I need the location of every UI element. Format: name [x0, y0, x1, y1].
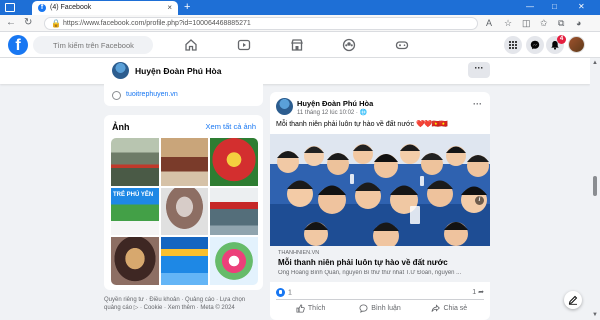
tab-close-icon[interactable]: × — [167, 3, 172, 12]
menu-grid-icon[interactable] — [504, 36, 522, 54]
page-more-button[interactable]: ··· — [468, 62, 490, 78]
photo-thumbnail[interactable]: TRẺ PHÚ YÊN — [111, 187, 159, 236]
url-text: https://www.facebook.com/profile.php?id=… — [63, 20, 251, 27]
see-all-photos-link[interactable]: Xem tất cả ảnh — [206, 122, 256, 131]
page-avatar[interactable] — [112, 62, 129, 79]
windows-icon[interactable] — [5, 3, 15, 12]
gaming-icon[interactable] — [395, 38, 409, 52]
like-label: Thích — [307, 305, 326, 312]
search-input[interactable] — [33, 36, 153, 54]
comment-label: Bình luận — [371, 305, 401, 312]
photos-card: Ảnh Xem tất cả ảnh TRẺ PHÚ YÊN — [104, 115, 263, 290]
home-icon[interactable] — [184, 38, 198, 52]
groups-icon[interactable] — [342, 38, 356, 52]
compose-message-button[interactable] — [564, 291, 582, 309]
link-description: Ông Hoàng Bình Quân, nguyên Bí thư thứ n… — [278, 270, 462, 276]
copilot-icon[interactable]: ◕ — [576, 18, 581, 28]
reaction-summary[interactable]: 1 — [276, 288, 292, 297]
photo-thumbnail[interactable] — [160, 237, 209, 285]
photo-thumbnail[interactable] — [160, 138, 209, 186]
maximize-button[interactable]: □ — [552, 2, 557, 11]
page-name[interactable]: Huyện Đoàn Phú Hòa — [135, 66, 221, 76]
post-emojis: ❤️❤️🇻🇳🇻🇳 — [416, 121, 448, 128]
messenger-icon[interactable] — [526, 36, 544, 54]
share-label: Chia sẻ — [443, 305, 468, 312]
link-domain: THANHNIEN.VN — [278, 250, 320, 256]
photos-grid: TRẺ PHÚ YÊN — [111, 138, 258, 285]
photos-title: Ảnh — [112, 122, 130, 132]
photo-thumbnail[interactable] — [210, 138, 258, 186]
intro-card: tuoitrephuyen.vn — [104, 84, 263, 106]
share-icon — [431, 304, 441, 312]
share-summary[interactable]: 1 ➦ — [472, 288, 484, 296]
notification-badge: 4 — [557, 35, 566, 44]
scrollbar-thumb[interactable] — [593, 176, 597, 196]
comment-icon — [359, 304, 368, 313]
browser-tab[interactable]: f (4) Facebook × — [32, 1, 178, 15]
page-sticky-header: Huyện Đoàn Phú Hòa ··· — [0, 58, 590, 84]
photo-thumbnail[interactable] — [210, 187, 258, 236]
scroll-down-icon[interactable]: ▼ — [592, 312, 598, 318]
star-icon[interactable]: ☆ — [504, 18, 512, 28]
url-field[interactable]: 🔒 https://www.facebook.com/profile.php?i… — [44, 17, 478, 30]
post-author[interactable]: Huyện Đoàn Phú Hòa — [297, 99, 373, 108]
tab-title: (4) Facebook — [50, 4, 92, 11]
new-tab-button[interactable]: + — [184, 1, 190, 13]
minimize-button[interactable]: — — [526, 2, 534, 11]
post-card: Huyện Đoàn Phú Hòa 11 tháng 12 lúc 10:02… — [270, 92, 490, 320]
browser-tab-strip: f (4) Facebook × + — □ ✕ — [0, 0, 600, 15]
reading-mode-icon[interactable]: A — [486, 18, 492, 28]
like-reaction-icon — [276, 288, 285, 297]
post-text-body: Mỗi thanh niên phải luôn tự hào về đất n… — [276, 121, 415, 128]
info-icon[interactable]: i — [475, 196, 484, 205]
share-count: 1 — [472, 289, 477, 296]
comment-button[interactable]: Bình luận — [345, 300, 414, 317]
post-timestamp[interactable]: 11 tháng 12 lúc 10:02 · 🌐 — [297, 109, 367, 116]
facebook-favicon: f — [38, 4, 46, 12]
facebook-logo[interactable]: f — [8, 35, 28, 55]
footer-links[interactable]: Quyền riêng tư · Điều khoản · Quảng cáo … — [104, 296, 263, 312]
collections-icon[interactable]: ⧉ — [558, 18, 564, 28]
post-photo[interactable] — [270, 134, 490, 246]
compose-icon — [568, 295, 578, 305]
group-photo-illustration — [270, 134, 490, 246]
post-actions: Thích Bình luận Chia sẻ — [276, 299, 484, 317]
link-title: Mỗi thanh niên phải luôn tự hào về đất n… — [278, 258, 448, 267]
facebook-navbar: f ⌕ 4 — [0, 32, 600, 58]
post-author-avatar[interactable] — [276, 98, 293, 115]
video-icon[interactable] — [237, 38, 251, 52]
address-bar-row: ← ↻ 🔒 https://www.facebook.com/profile.p… — [0, 15, 600, 32]
lock-icon[interactable]: 🔒 — [51, 19, 61, 28]
photo-thumbnail[interactable] — [160, 187, 209, 236]
marketplace-icon[interactable] — [290, 38, 304, 52]
photo-thumbnail[interactable] — [210, 237, 258, 285]
post-more-button[interactable]: ··· — [473, 99, 482, 109]
share-count-icon: ➦ — [478, 289, 484, 296]
photo-thumbnail[interactable] — [111, 138, 159, 186]
scroll-up-icon[interactable]: ▲ — [592, 60, 598, 66]
close-window-button[interactable]: ✕ — [578, 2, 585, 11]
split-screen-icon[interactable]: ◫ — [522, 18, 531, 28]
share-button[interactable]: Chia sẻ — [415, 300, 484, 317]
post-text: Mỗi thanh niên phải luôn tự hào về đất n… — [276, 120, 448, 128]
page-scrollbar[interactable]: ▲ ▼ — [590, 58, 600, 320]
favorites-icon[interactable]: ✩ — [540, 18, 548, 28]
reaction-count: 1 — [288, 289, 292, 297]
photo-thumbnail[interactable] — [111, 237, 159, 285]
like-button[interactable]: Thích — [276, 300, 345, 317]
like-icon — [296, 304, 305, 313]
link-preview[interactable]: THANHNIEN.VN Mỗi thanh niên phải luôn tự… — [270, 246, 490, 282]
account-avatar[interactable] — [568, 36, 585, 53]
link-icon — [112, 91, 121, 100]
refresh-icon[interactable]: ↻ — [24, 17, 32, 29]
website-link[interactable]: tuoitrephuyen.vn — [126, 91, 178, 98]
back-icon[interactable]: ← — [6, 17, 16, 29]
